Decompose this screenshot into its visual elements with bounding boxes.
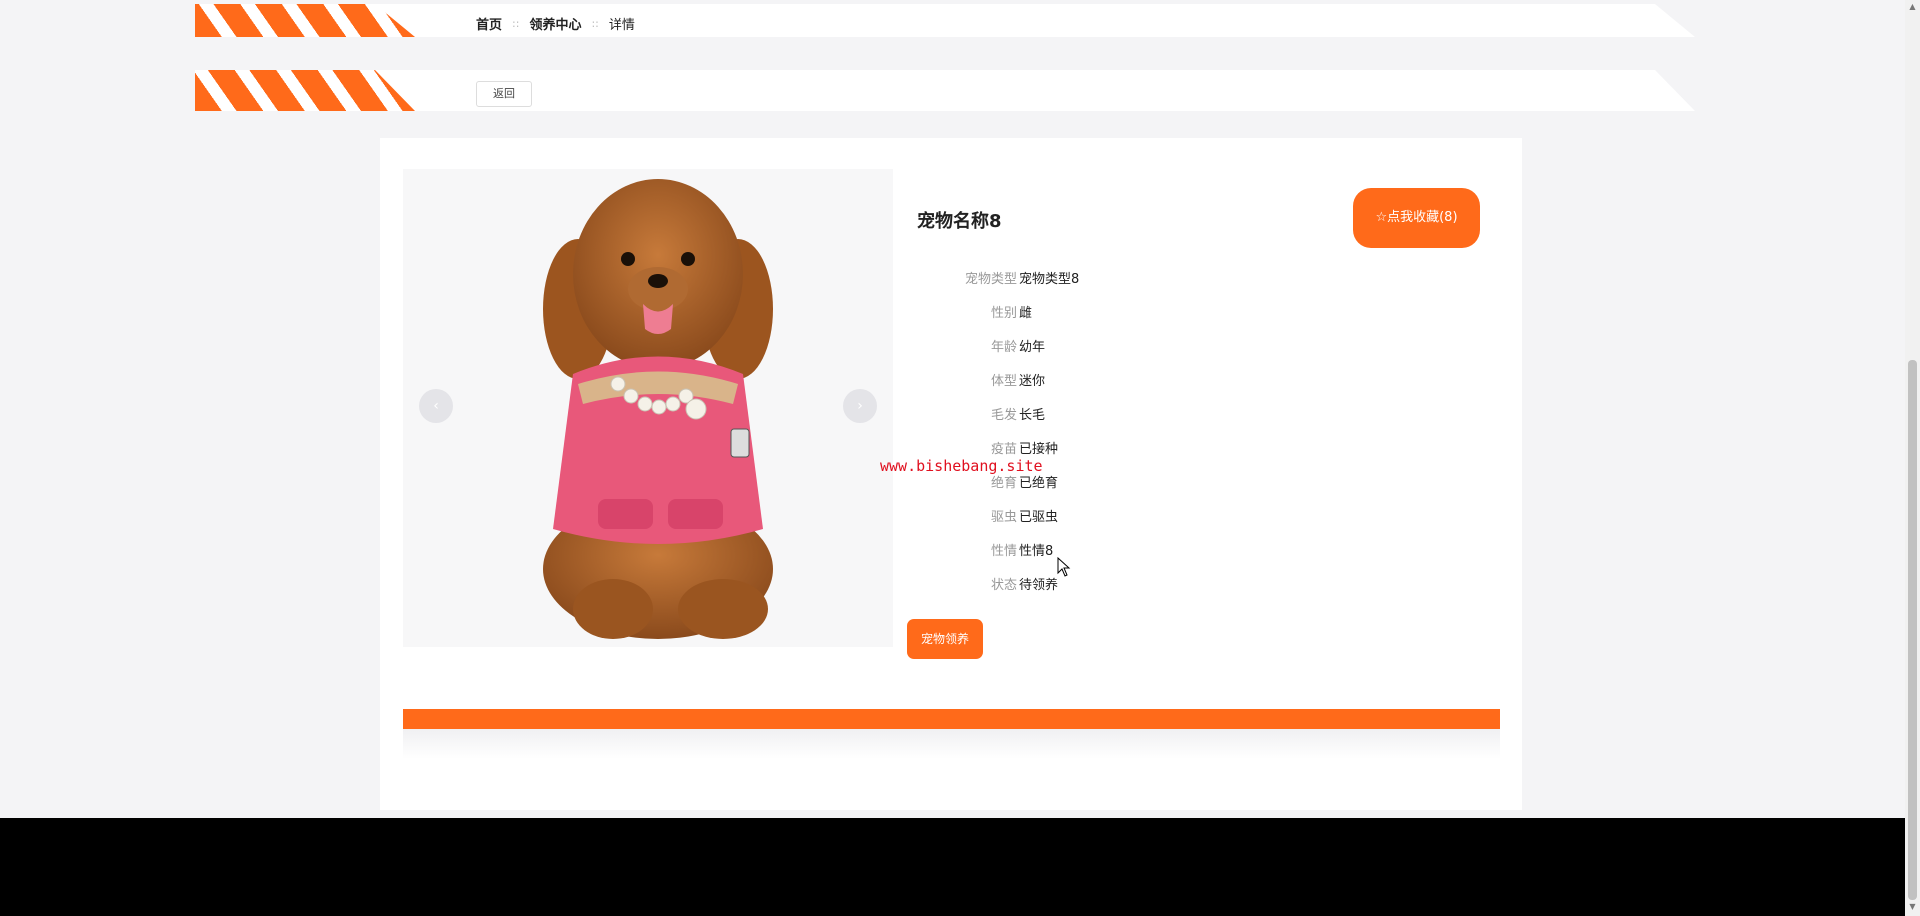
scroll-up-icon[interactable]: ▲ — [1905, 2, 1920, 14]
attribute-key: 性情 — [990, 544, 1017, 559]
breadcrumb-center[interactable]: 领养中心 — [529, 14, 581, 33]
attribute-key: 宠物类型 — [964, 272, 1017, 287]
breadcrumb-separator: :: — [591, 17, 599, 30]
breadcrumb-bar — [195, 4, 1695, 37]
attribute-row: 绝育 已绝育 — [917, 472, 1217, 506]
mouse-cursor-icon — [1057, 557, 1071, 577]
scrollbar-thumb[interactable] — [1908, 360, 1917, 900]
scroll-down-icon[interactable]: ▼ — [1905, 902, 1920, 914]
attribute-value: 迷你 — [1019, 374, 1046, 389]
breadcrumb-home[interactable]: 首页 — [476, 14, 502, 33]
attribute-row: 宠物类型 宠物类型8 — [917, 268, 1217, 302]
attribute-key: 驱虫 — [990, 510, 1017, 525]
attribute-key: 性别 — [990, 306, 1017, 321]
attribute-key: 毛发 — [990, 408, 1017, 423]
attribute-value: 宠物类型8 — [1019, 272, 1080, 287]
attribute-key: 疫苗 — [990, 442, 1017, 457]
watermark: www.bishebang.site — [880, 457, 1043, 475]
pet-image-carousel[interactable]: ‹ › — [403, 169, 893, 647]
back-bar — [195, 70, 1695, 111]
breadcrumb: 首页 :: 领养中心 :: 详情 — [476, 14, 635, 33]
attribute-row: 驱虫 已驱虫 — [917, 506, 1217, 540]
carousel-prev-button[interactable]: ‹ — [419, 389, 453, 423]
attribute-row: 体型 迷你 — [917, 370, 1217, 404]
attribute-row: 状态 待领养 — [917, 574, 1217, 608]
attribute-row: 性别雌 — [917, 302, 1217, 336]
attribute-value: 幼年 — [1019, 340, 1046, 355]
favorite-button[interactable]: ☆点我收藏(8) — [1353, 188, 1480, 248]
attribute-value: 待领养 — [1019, 578, 1059, 593]
stripe-decoration — [195, 4, 415, 37]
attribute-key: 体型 — [990, 374, 1017, 389]
attribute-row: 年龄 幼年 — [917, 336, 1217, 370]
attribute-value: 已驱虫 — [1019, 510, 1059, 525]
attribute-value: 长毛 — [1019, 408, 1046, 423]
attribute-key: 状态 — [990, 578, 1017, 593]
attribute-value: 性情8 — [1019, 544, 1054, 559]
carousel-next-button[interactable]: › — [843, 389, 877, 423]
pet-name: 宠物名称8 — [917, 211, 1002, 232]
breadcrumb-separator: :: — [512, 17, 520, 30]
attribute-value: 已接种 — [1019, 442, 1059, 457]
attribute-row: 毛发 长毛 — [917, 404, 1217, 438]
stripe-decoration — [195, 70, 415, 111]
adopt-button[interactable]: 宠物领养 — [907, 619, 983, 659]
back-button[interactable]: 返回 — [476, 81, 532, 107]
attribute-key: 年龄 — [990, 340, 1017, 355]
section-divider — [403, 709, 1500, 729]
pet-photo — [543, 179, 773, 639]
footer-black-area — [0, 818, 1920, 916]
attribute-value: 雌 — [1019, 306, 1033, 321]
breadcrumb-current: 详情 — [608, 18, 635, 33]
section-divider-shadow — [403, 729, 1500, 759]
